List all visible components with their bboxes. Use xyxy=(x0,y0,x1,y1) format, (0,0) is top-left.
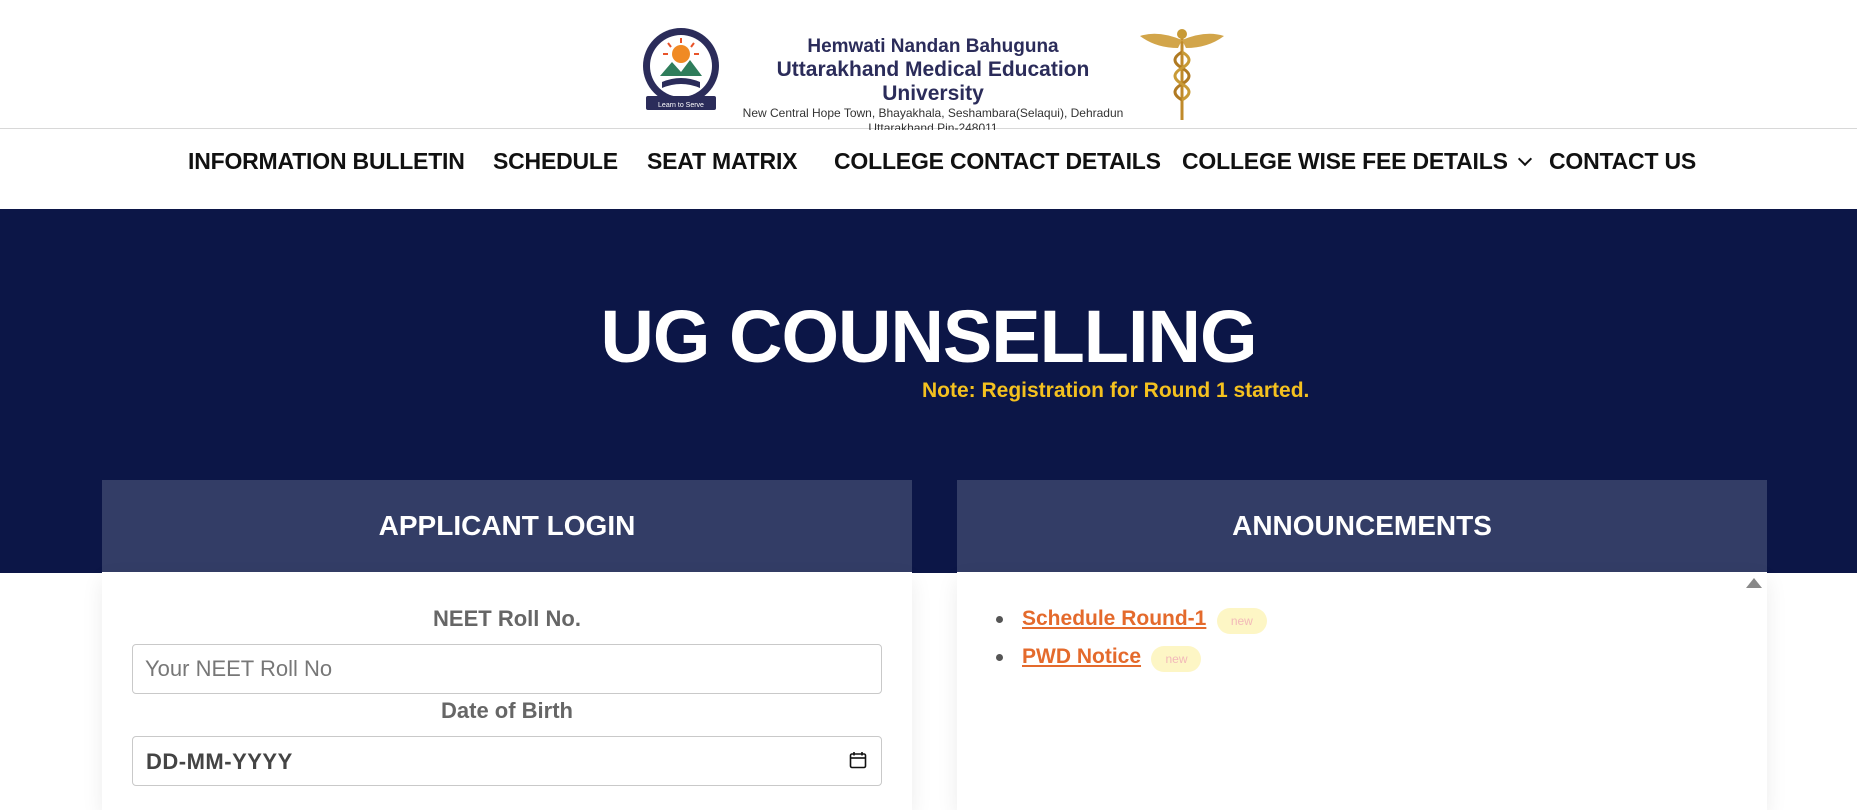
nav-college-contact-details[interactable]: COLLEGE CONTACT DETAILS xyxy=(834,146,1161,176)
announcement-link-schedule-round-1[interactable]: Schedule Round-1 xyxy=(1022,607,1206,630)
university-line2: Uttarakhand Medical Education University xyxy=(776,58,1090,105)
list-item: Schedule Round-1 new xyxy=(996,604,1267,642)
seal-motto: Learn to Serve xyxy=(658,102,704,109)
address-line1: New Central Hope Town, Bhayakhala, Sesha… xyxy=(742,106,1124,120)
neet-roll-input[interactable] xyxy=(132,644,882,694)
university-brand[interactable]: Learn to Serve Hemwati Nandan Bahuguna U… xyxy=(638,26,1228,135)
dob-placeholder: DD-MM-YYYY xyxy=(146,749,293,774)
list-item: PWD Notice new xyxy=(996,642,1267,680)
nav-seat-matrix[interactable]: SEAT MATRIX xyxy=(647,146,797,176)
dob-label: Date of Birth xyxy=(441,698,573,723)
applicant-login-heading: APPLICANT LOGIN xyxy=(102,480,912,572)
university-name-block: Hemwati Nandan Bahuguna Uttarakhand Medi… xyxy=(730,36,1136,136)
dob-input[interactable]: DD-MM-YYYY xyxy=(132,736,882,786)
nav-college-wise-fee-details-label: COLLEGE WISE FEE DETAILS xyxy=(1182,148,1508,174)
neet-roll-label: NEET Roll No. xyxy=(433,606,581,631)
scroll-up-icon[interactable] xyxy=(1746,578,1762,588)
announcement-list: Schedule Round-1 new PWD Notice new xyxy=(996,604,1267,680)
site-header: Learn to Serve Hemwati Nandan Bahuguna U… xyxy=(0,0,1857,135)
new-badge: new xyxy=(1151,645,1202,672)
chevron-down-icon xyxy=(1517,151,1532,167)
announcements-heading: ANNOUNCEMENTS xyxy=(957,480,1767,572)
nav-information-bulletin[interactable]: INFORMATION BULLETIN xyxy=(188,146,465,176)
page-title: UG COUNSELLING xyxy=(600,295,1257,378)
registration-note: Note: Registration for Round 1 started. xyxy=(922,379,1310,402)
announcement-link-pwd-notice[interactable]: PWD Notice xyxy=(1022,645,1141,668)
bullet-icon xyxy=(996,616,1003,623)
new-badge: new xyxy=(1216,607,1267,634)
calendar-icon[interactable] xyxy=(849,751,867,769)
university-line1: Hemwati Nandan Bahuguna xyxy=(807,36,1059,57)
nav-schedule[interactable]: SCHEDULE xyxy=(493,146,618,176)
nav-college-wise-fee-details[interactable]: COLLEGE WISE FEE DETAILS xyxy=(1182,146,1532,176)
university-seal-icon: Learn to Serve xyxy=(643,28,719,110)
bullet-icon xyxy=(996,654,1003,661)
caduceus-icon xyxy=(1140,29,1224,120)
main-nav: INFORMATION BULLETIN SCHEDULE SEAT MATRI… xyxy=(0,130,1857,208)
nav-contact-us[interactable]: CONTACT US xyxy=(1549,146,1696,176)
